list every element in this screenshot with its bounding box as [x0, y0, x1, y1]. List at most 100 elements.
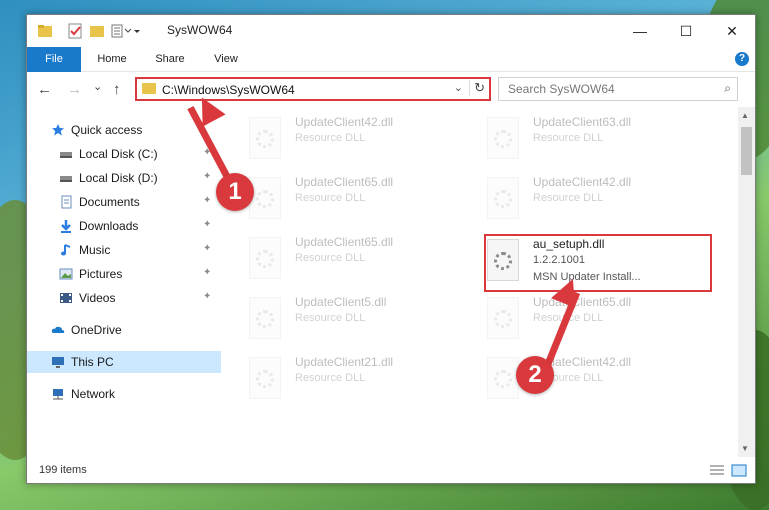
- address-path: C:\Windows\SysWOW64: [162, 83, 295, 97]
- sidebar-item-label: Music: [79, 243, 111, 257]
- annotation-badge-2: 2: [516, 356, 554, 394]
- scrollbar-thumb[interactable]: [741, 127, 752, 175]
- file-item[interactable]: UpdateClient65.dll Resource DLL: [227, 175, 447, 225]
- dll-file-icon: [249, 357, 281, 399]
- gear-icon: [256, 310, 274, 328]
- sidebar-item-videos[interactable]: Videos ✦: [27, 287, 221, 309]
- drive-icon: [60, 152, 72, 158]
- pin-icon[interactable]: ✦: [203, 219, 211, 230]
- pin-icon[interactable]: ✦: [203, 195, 211, 206]
- file-name: UpdateClient42.dll: [533, 175, 632, 189]
- file-name: UpdateClient63.dll: [533, 115, 632, 129]
- file-item[interactable]: UpdateClient42.dll Resource DLL: [465, 175, 685, 225]
- minimize-button[interactable]: —: [617, 15, 663, 47]
- pin-icon[interactable]: ✦: [203, 291, 211, 302]
- gear-icon: [256, 130, 274, 148]
- pin-icon[interactable]: ✦: [203, 171, 211, 182]
- back-button[interactable]: ←: [37, 81, 52, 98]
- details-view-icon[interactable]: [709, 464, 725, 477]
- file-item[interactable]: UpdateClient42.dll Resource DLL: [465, 355, 685, 405]
- refresh-icon[interactable]: ↻: [469, 80, 485, 96]
- sidebar-item-label: Network: [71, 387, 116, 401]
- network-icon: [53, 389, 63, 400]
- status-bar: 199 items: [27, 459, 755, 483]
- file-highlight-box: [484, 234, 712, 292]
- dll-file-icon: [249, 237, 281, 279]
- file-description: Resource DLL: [295, 132, 366, 144]
- file-item[interactable]: UpdateClient65.dll Resource DLL: [227, 235, 447, 285]
- close-button[interactable]: ✕: [709, 15, 755, 47]
- file-description: Resource DLL: [295, 252, 366, 264]
- explorer-window: SysWOW64 — ☐ ✕ File Home Share View ? ← …: [26, 14, 756, 484]
- annotation-badge-1: 1: [216, 173, 254, 211]
- new-folder-icon[interactable]: [89, 23, 105, 39]
- vertical-scrollbar[interactable]: ▲ ▼: [738, 107, 755, 457]
- maximize-button[interactable]: ☐: [663, 15, 709, 47]
- sidebar-item-quick-access[interactable]: Quick access: [27, 119, 221, 141]
- search-icon: ⌕: [724, 81, 731, 95]
- customize-qat-icon[interactable]: [111, 23, 141, 39]
- file-name: UpdateClient65.dll: [295, 235, 394, 249]
- sidebar-item-label: Local Disk (D:): [79, 171, 158, 185]
- title-bar: SysWOW64 — ☐ ✕: [27, 15, 755, 47]
- address-dropdown-icon[interactable]: ⌄: [454, 81, 463, 94]
- sidebar-item-local-disk-d[interactable]: Local Disk (D:) ✦: [27, 167, 221, 189]
- sidebar-item-label: Documents: [79, 195, 140, 209]
- tab-home[interactable]: Home: [89, 47, 135, 71]
- dll-file-icon: [487, 117, 519, 159]
- file-item[interactable]: UpdateClient63.dll Resource DLL: [465, 115, 685, 165]
- sidebar-item-documents[interactable]: Documents ✦: [27, 191, 221, 213]
- large-icons-view-icon[interactable]: [731, 464, 747, 477]
- sidebar-item-network[interactable]: Network: [27, 383, 221, 405]
- folder-icon: [142, 83, 156, 94]
- gear-icon: [494, 310, 512, 328]
- pictures-icon: [59, 268, 73, 280]
- navigation-pane: Quick access Local Disk (C:) ✦ Local Dis…: [27, 107, 221, 457]
- file-description: Resource DLL: [295, 372, 366, 384]
- download-icon: [61, 220, 71, 233]
- file-description: Resource DLL: [295, 312, 366, 324]
- scroll-up-icon[interactable]: ▲: [741, 111, 749, 120]
- file-name: UpdateClient21.dll: [295, 355, 394, 369]
- address-bar[interactable]: C:\Windows\SysWOW64 ⌄ ↻: [135, 77, 491, 101]
- up-button[interactable]: ↑: [113, 81, 121, 98]
- file-item[interactable]: UpdateClient5.dll Resource DLL: [227, 295, 447, 345]
- gear-icon: [494, 190, 512, 208]
- sidebar-item-pictures[interactable]: Pictures ✦: [27, 263, 221, 285]
- videos-icon: [60, 293, 72, 303]
- dll-file-icon: [487, 177, 519, 219]
- file-name: UpdateClient65.dll: [533, 295, 632, 309]
- sidebar-item-label: Quick access: [71, 123, 143, 137]
- gear-icon: [494, 130, 512, 148]
- pin-icon[interactable]: ✦: [203, 243, 211, 254]
- properties-icon[interactable]: [67, 23, 83, 39]
- search-input[interactable]: Search SysWOW64 ⌕: [498, 77, 738, 101]
- file-item[interactable]: UpdateClient21.dll Resource DLL: [227, 355, 447, 405]
- dll-file-icon: [249, 297, 281, 339]
- sidebar-item-label: Local Disk (C:): [79, 147, 158, 161]
- star-icon: [52, 124, 64, 136]
- sidebar-item-this-pc[interactable]: This PC: [27, 351, 221, 373]
- documents-icon: [61, 195, 72, 209]
- forward-button[interactable]: →: [67, 81, 82, 98]
- computer-icon: [52, 357, 64, 368]
- gear-icon: [256, 250, 274, 268]
- dll-file-icon: [249, 177, 281, 219]
- sidebar-item-music[interactable]: Music ✦: [27, 239, 221, 261]
- file-item[interactable]: UpdateClient42.dll Resource DLL: [227, 115, 447, 165]
- sidebar-item-local-disk-c[interactable]: Local Disk (C:) ✦: [27, 143, 221, 165]
- tab-view[interactable]: View: [203, 47, 249, 71]
- sidebar-item-label: Videos: [79, 291, 116, 305]
- gear-icon: [256, 190, 274, 208]
- tab-share[interactable]: Share: [147, 47, 193, 71]
- item-count: 199 items: [39, 464, 87, 476]
- help-icon[interactable]: ?: [735, 52, 749, 66]
- sidebar-item-onedrive[interactable]: OneDrive: [27, 319, 221, 341]
- sidebar-item-label: Downloads: [79, 219, 139, 233]
- pin-icon[interactable]: ✦: [203, 267, 211, 278]
- sidebar-item-label: This PC: [71, 355, 114, 369]
- recent-locations-button[interactable]: ⌄: [93, 80, 102, 93]
- sidebar-item-downloads[interactable]: Downloads ✦: [27, 215, 221, 237]
- scroll-down-icon[interactable]: ▼: [741, 444, 749, 453]
- ribbon-tabs: File Home Share View ?: [27, 47, 755, 97]
